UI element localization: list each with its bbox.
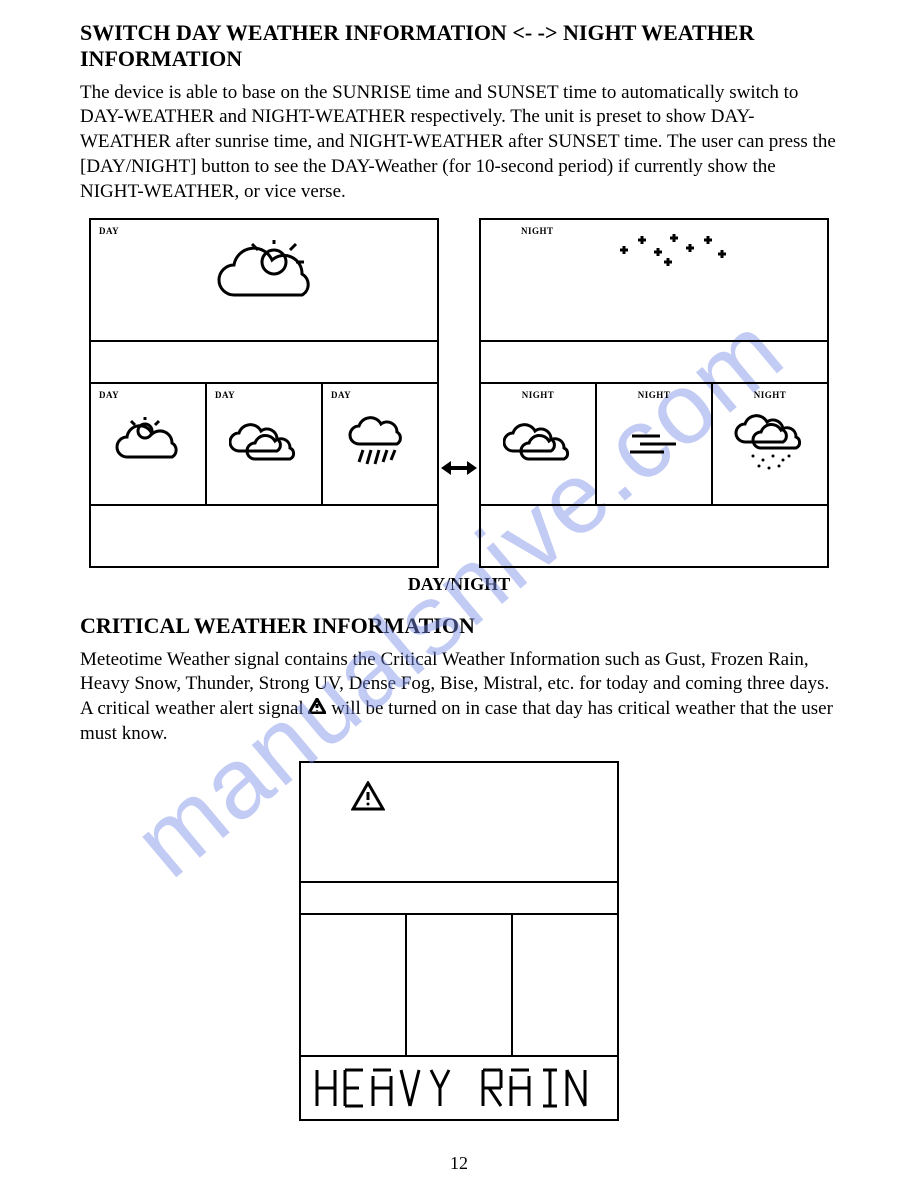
- critical-cell-0: [301, 915, 407, 1055]
- day-cell-2: DAY: [323, 384, 437, 504]
- day-panel: DAY DAY: [89, 218, 439, 568]
- day-panel-spacer: [91, 342, 437, 382]
- segment-display-icon: [309, 1064, 609, 1112]
- day-cell-1: DAY: [207, 384, 323, 504]
- day-panel-bottom: [91, 504, 437, 566]
- section2-paragraph: Meteotime Weather signal contains the Cr…: [80, 648, 838, 747]
- critical-cell-2: [513, 915, 617, 1055]
- critical-panel-top: [301, 763, 617, 883]
- sun-cloud-icon: [91, 220, 437, 340]
- night-cell-1: NIGHT: [597, 384, 713, 504]
- night-panel-top: NIGHT: [481, 220, 827, 342]
- cloud-snow-icon: [713, 384, 827, 504]
- cloud-rain-icon: [323, 384, 437, 504]
- page-number: 12: [0, 1153, 918, 1174]
- alert-triangle-icon: [351, 798, 385, 815]
- section-heading-switch: SWITCH DAY WEATHER INFORMATION <- -> NIG…: [80, 20, 838, 73]
- section1-paragraph: The device is able to base on the SUNRIS…: [80, 81, 838, 204]
- critical-panel-message: [301, 1055, 617, 1119]
- critical-panel-spacer: [301, 883, 617, 913]
- night-panel-spacer: [481, 342, 827, 382]
- night-panel: NIGHT: [479, 218, 829, 568]
- sun-cloud-icon: [91, 384, 205, 504]
- night-panel-forecast-row: NIGHT NIGHT: [481, 382, 827, 504]
- critical-panel: [299, 761, 619, 1121]
- stars-icon: [481, 220, 827, 340]
- day-panel-forecast-row: DAY DAY: [91, 382, 437, 504]
- section-heading-critical: CRITICAL WEATHER INFORMATION: [80, 613, 838, 639]
- day-cell-0: DAY: [91, 384, 207, 504]
- night-cell-2: NIGHT: [713, 384, 827, 504]
- figure-caption-daynight: DAY/NIGHT: [80, 574, 838, 595]
- two-clouds-icon: [207, 384, 321, 504]
- alert-triangle-icon: [308, 697, 326, 722]
- two-clouds-icon: [481, 384, 595, 504]
- night-cell-0: NIGHT: [481, 384, 597, 504]
- critical-panel-row: [301, 913, 617, 1055]
- switch-arrow-icon: [439, 218, 479, 568]
- night-panel-bottom: [481, 504, 827, 566]
- critical-figure: [80, 761, 838, 1121]
- day-panel-top: DAY: [91, 220, 437, 342]
- day-night-figure-row: DAY DAY: [80, 218, 838, 568]
- critical-cell-1: [407, 915, 513, 1055]
- fog-icon: [597, 384, 711, 504]
- manual-page: manualsnive.com SWITCH DAY WEATHER INFOR…: [0, 0, 918, 1188]
